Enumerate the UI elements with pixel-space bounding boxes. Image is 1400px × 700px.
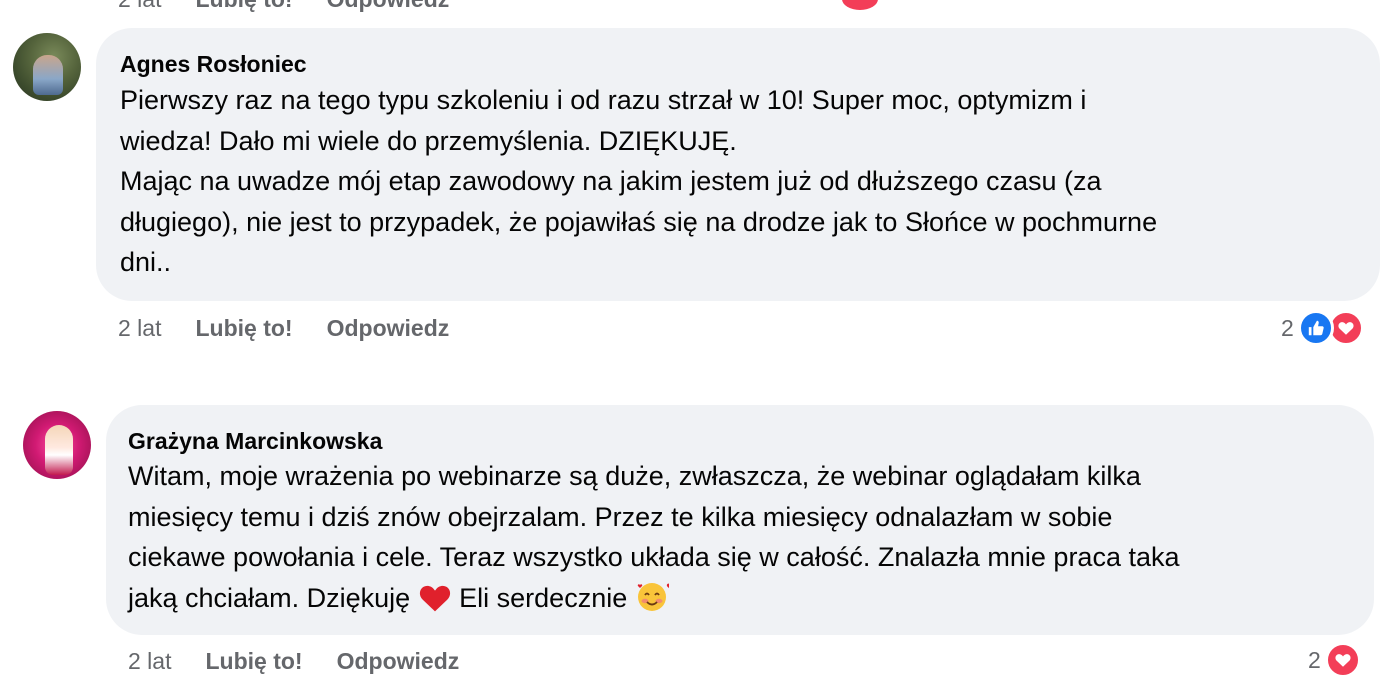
avatar[interactable] xyxy=(13,33,81,101)
comment-text: Pierwszy raz na tego typu szkoleniu i od… xyxy=(120,85,1158,277)
reply-action[interactable]: Odpowiedz xyxy=(327,0,450,13)
reaction-count: 2 xyxy=(1308,646,1321,673)
like-action[interactable]: Lubię to! xyxy=(205,648,302,675)
comment-text-line: miesięcy temu i dziś znów obejrzalam. Pr… xyxy=(128,501,1113,532)
comment-time[interactable]: 2 lat xyxy=(118,315,161,342)
love-icon[interactable] xyxy=(842,0,878,10)
comment-text-line: Witam, moje wrażenia po webinarze są duż… xyxy=(128,461,1141,491)
comment-author[interactable]: Agnes Rosłoniec xyxy=(120,49,307,79)
comment-actions: 2 lat Lubię to! Odpowiedz xyxy=(118,313,449,343)
reaction-summary[interactable]: 2 xyxy=(1308,642,1361,678)
comment-time[interactable]: 2 lat xyxy=(128,648,171,675)
reaction-count: 2 xyxy=(1281,314,1294,341)
like-icon xyxy=(1297,310,1334,346)
like-action[interactable]: Lubię to! xyxy=(195,0,292,13)
comment-actions: 2 lat Lubię to! Odpowiedz xyxy=(128,646,459,676)
smiling-face-with-hearts-emoji xyxy=(635,579,674,625)
comment-text: Witam, moje wrażenia po webinarze są duż… xyxy=(128,456,1180,624)
comment-text-segment: jaką chciałam. Dziękuję xyxy=(128,582,411,613)
comment-text-line: ciekawe powołania i cele. Teraz wszystko… xyxy=(128,542,1180,572)
love-icon xyxy=(1324,642,1361,678)
reply-action[interactable]: Odpowiedz xyxy=(327,315,450,342)
like-action[interactable]: Lubię to! xyxy=(195,315,292,342)
reaction-summary[interactable]: 2 xyxy=(1281,310,1364,346)
reply-action[interactable]: Odpowiedz xyxy=(337,648,460,675)
avatar[interactable] xyxy=(23,411,91,479)
comment-actions-partial-top: 2 lat Lubię to! Odpowiedz xyxy=(118,0,449,14)
comment-text-segment: Eli serdecznie xyxy=(459,582,628,613)
comment-text-line: jaką chciałam. Dziękuję Eli serdecznie xyxy=(128,578,1180,625)
comment-author[interactable]: Grażyna Marcinkowska xyxy=(128,426,382,456)
red-heart-emoji xyxy=(418,583,452,625)
comment-time[interactable]: 2 lat xyxy=(118,0,161,13)
